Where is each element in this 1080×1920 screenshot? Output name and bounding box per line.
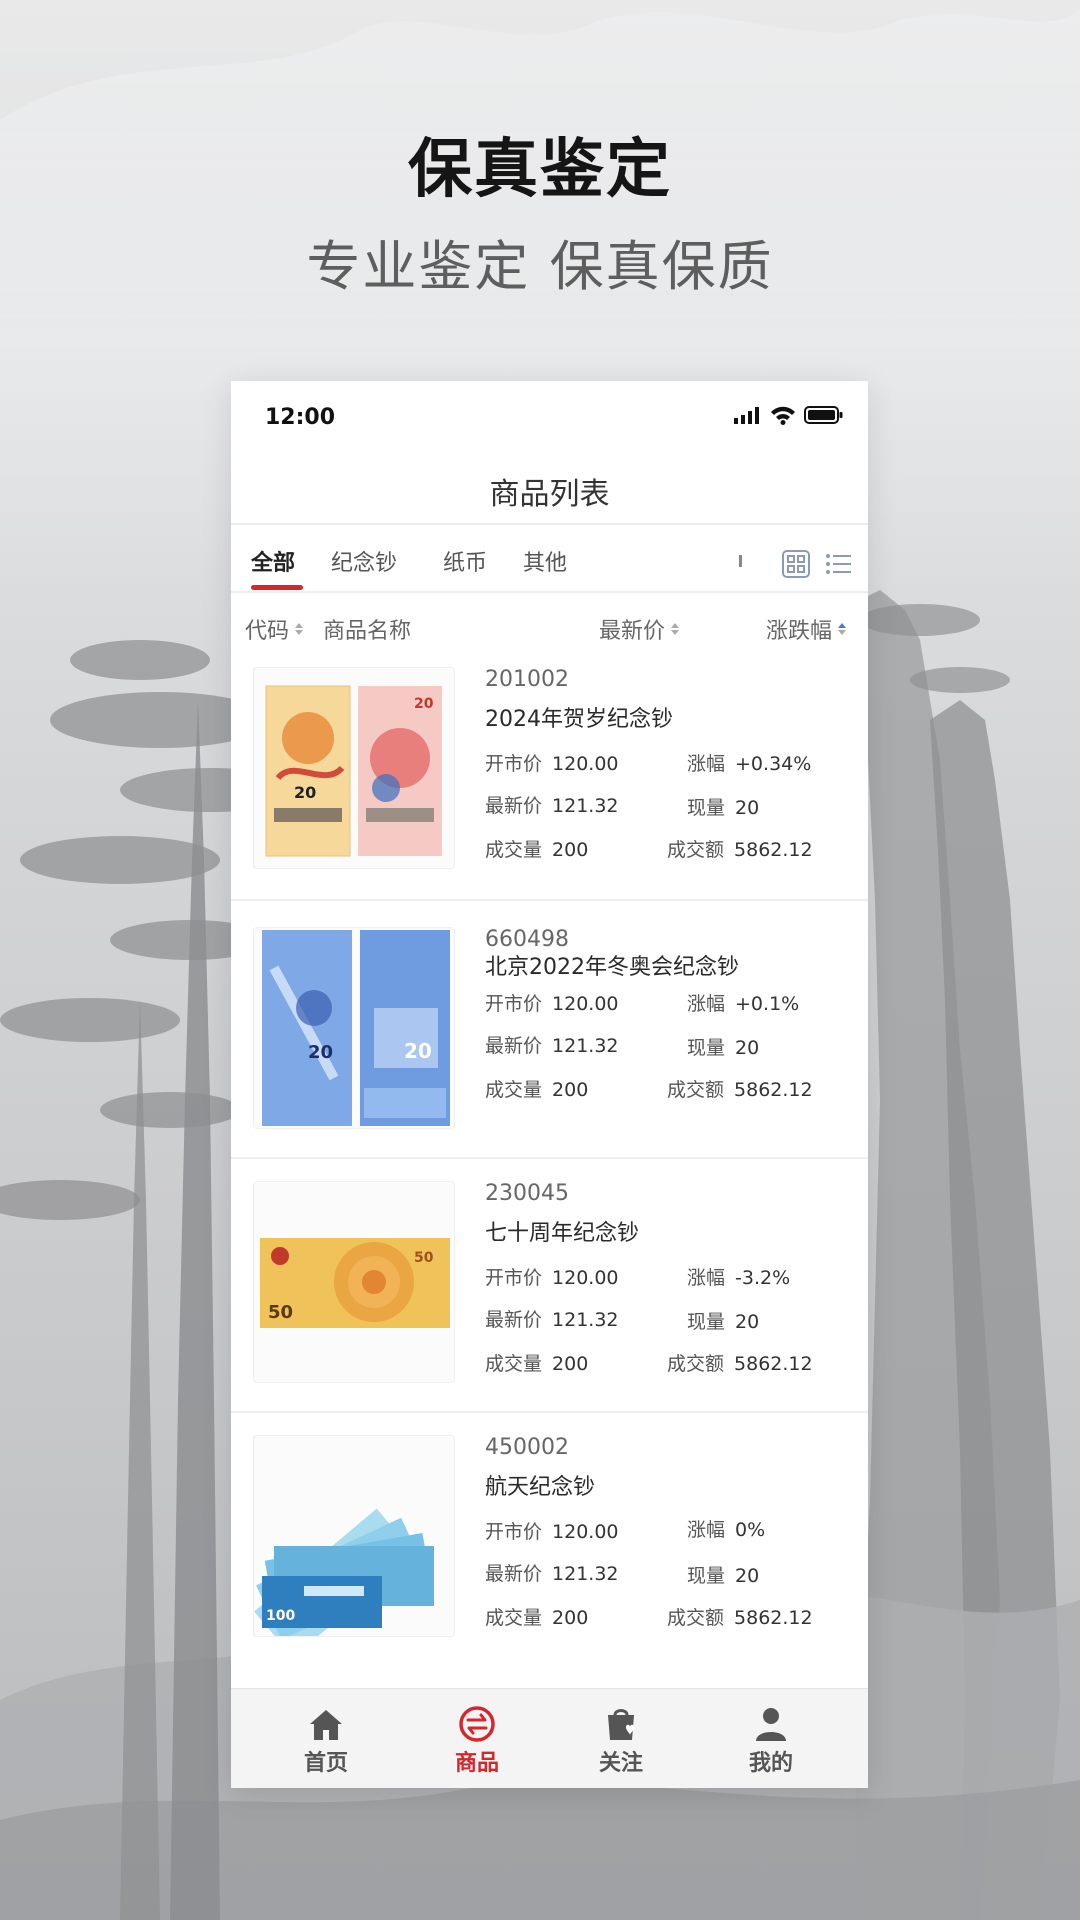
product-name: 北京2022年冬奥会纪念钞 (485, 955, 739, 980)
open-price: 开市价 120.00 (485, 1267, 619, 1289)
page-title: 商品列表 (489, 477, 610, 512)
user-icon (756, 1708, 786, 1741)
grid-view-icon[interactable] (781, 549, 811, 579)
sort-label-change: 涨跌幅 (766, 619, 833, 644)
battery-icon (804, 406, 843, 424)
current-qty: 现量 20 (687, 1311, 760, 1333)
latest-price: 最新价 121.32 (485, 1035, 619, 1057)
exchange-icon (459, 1706, 495, 1742)
tab-commemorative[interactable]: 纪念钞 (331, 545, 397, 577)
nav-follow[interactable]: 关注 (571, 1699, 671, 1777)
banknote-olympics-image: 20 20 (262, 930, 450, 1126)
latest-price: 最新价 121.32 (485, 1309, 619, 1331)
sort-arrows-icon (295, 623, 304, 635)
price-change: 涨幅 -3.2% (687, 1267, 791, 1289)
tab-scroll-indicator (739, 555, 742, 567)
svg-text:50: 50 (268, 1302, 293, 1323)
hero-title: 保真鉴定 (408, 133, 672, 207)
product-image: 20 20 (253, 667, 455, 869)
svg-text:20: 20 (404, 1039, 432, 1063)
nav-label-mine: 我的 (748, 1751, 793, 1776)
open-price: 开市价 120.00 (485, 1521, 619, 1543)
divider (231, 591, 868, 593)
product-code: 201002 (485, 667, 569, 692)
product-image: 100 (253, 1435, 455, 1637)
svg-text:20: 20 (414, 696, 434, 712)
sort-arrows-icon (671, 623, 680, 635)
tab-paper-money[interactable]: 纸币 (443, 545, 487, 577)
divider (231, 1157, 868, 1159)
trade-volume: 成交量 200 (485, 839, 589, 861)
product-row[interactable]: 20 20 660498 北京2022年冬奥会纪念钞 开市价 120.00 涨幅 +… (231, 927, 868, 1179)
list-view-icon[interactable] (823, 549, 853, 579)
wifi-icon (771, 406, 795, 425)
open-price: 开市价 120.00 (485, 993, 619, 1015)
divider (231, 899, 868, 901)
signal-icon (734, 407, 759, 424)
price-change: 涨幅 +0.1% (687, 993, 800, 1015)
price-change: 涨幅 +0.34% (687, 753, 812, 775)
sort-arrows-icon (838, 623, 847, 635)
trade-volume: 成交量 200 (485, 1607, 589, 1629)
product-code: 450002 (485, 1435, 569, 1460)
banknote-aerospace-image: 100 (254, 1508, 434, 1636)
sort-header: 代码 商品名称 最新价 涨跌幅 (231, 607, 868, 657)
product-name: 七十周年纪念钞 (485, 1221, 640, 1246)
svg-text:20: 20 (308, 1042, 333, 1063)
home-icon (310, 1710, 342, 1740)
latest-price: 最新价 121.32 (485, 1563, 619, 1585)
bottom-navigation: 首页 商品 关注 我的 (231, 1688, 868, 1788)
tab-all[interactable]: 全部 (251, 545, 295, 577)
trade-amount: 成交额 5862.12 (667, 1353, 813, 1375)
product-row[interactable]: 100 450002 航天纪念钞 开市价 120.00 涨幅 0% 最新价 121.3… (231, 1435, 868, 1687)
nav-label-follow: 关注 (598, 1751, 643, 1776)
current-qty: 现量 20 (687, 1565, 760, 1587)
trade-volume: 成交量 200 (485, 1353, 589, 1375)
status-bar: 12:00 (231, 381, 868, 451)
product-image: 20 20 (253, 927, 455, 1129)
status-time: 12:00 (265, 405, 336, 430)
bag-heart-icon (608, 1709, 634, 1740)
product-code: 230045 (485, 1181, 569, 1206)
product-row[interactable]: 20 20 201002 2024年贺岁纪念钞 开市价 120.00 涨幅 +0.3… (231, 667, 868, 919)
hero-subtitle: 专业鉴定 保真保质 (306, 235, 774, 298)
status-icons (734, 405, 844, 425)
divider (231, 1411, 868, 1413)
tab-other[interactable]: 其他 (523, 545, 567, 577)
trade-volume: 成交量 200 (485, 1079, 589, 1101)
svg-text:100: 100 (266, 1608, 295, 1624)
nav-products[interactable]: 商品 (427, 1699, 527, 1777)
sort-label-code: 代码 (245, 619, 290, 644)
active-tab-indicator (251, 585, 303, 590)
nav-mine[interactable]: 我的 (721, 1699, 821, 1777)
phone-mockup: 12:00 商品列表 全部 纪念钞 纸币 其他 代码 商品名称 最新价 涨跌幅 … (231, 381, 868, 1788)
trade-amount: 成交额 5862.12 (667, 1079, 813, 1101)
product-image: 50 50 (253, 1181, 455, 1383)
banknote-anniversary-image: 50 50 (260, 1238, 450, 1328)
product-name: 航天纪念钞 (485, 1475, 596, 1500)
sort-label-price: 最新价 (599, 619, 666, 644)
nav-home[interactable]: 首页 (276, 1699, 376, 1777)
current-qty: 现量 20 (687, 797, 760, 819)
trade-amount: 成交额 5862.12 (667, 1607, 813, 1629)
banknote-dragon-image: 20 20 (265, 685, 442, 857)
sort-by-code[interactable]: 代码 (245, 613, 304, 645)
latest-price: 最新价 121.32 (485, 795, 619, 817)
trade-amount: 成交额 5862.12 (667, 839, 813, 861)
sort-label-name: 商品名称 (323, 619, 412, 644)
price-change: 涨幅 0% (687, 1519, 766, 1541)
category-tabs: 全部 纪念钞 纸币 其他 (231, 537, 868, 597)
open-price: 开市价 120.00 (485, 753, 619, 775)
sort-by-change[interactable]: 涨跌幅 (766, 613, 847, 645)
nav-label-home: 首页 (303, 1751, 348, 1776)
svg-text:50: 50 (414, 1250, 434, 1266)
sort-by-price[interactable]: 最新价 (599, 613, 680, 645)
svg-text:20: 20 (294, 783, 316, 802)
nav-label-products: 商品 (454, 1751, 499, 1776)
current-qty: 现量 20 (687, 1037, 760, 1059)
product-row[interactable]: 50 50 230045 七十周年纪念钞 开市价 120.00 涨幅 -3.2% 最… (231, 1181, 868, 1433)
divider (231, 523, 868, 525)
product-name: 2024年贺岁纪念钞 (485, 707, 673, 732)
